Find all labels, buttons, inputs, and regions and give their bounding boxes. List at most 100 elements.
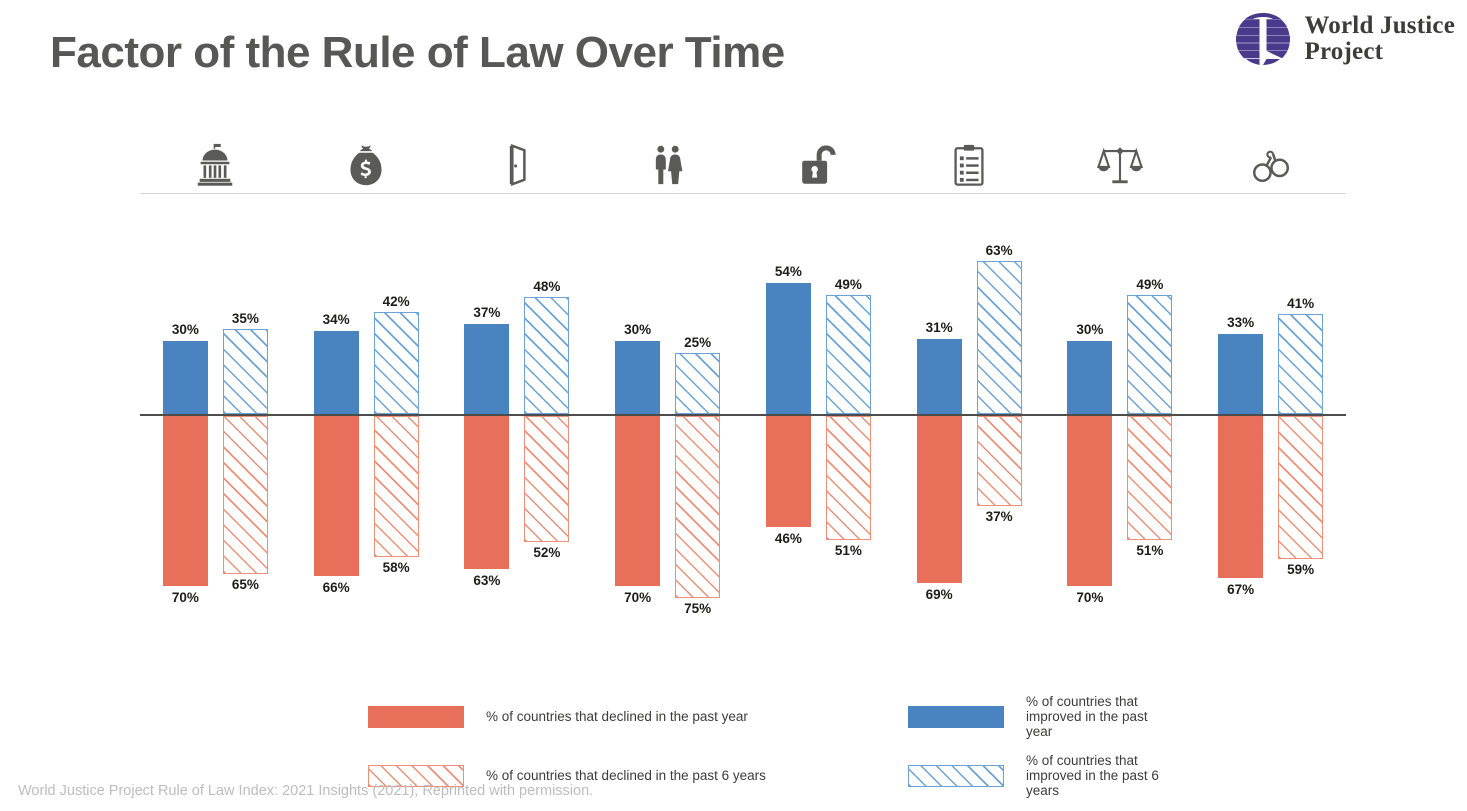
globe-icon xyxy=(1236,13,1291,65)
bar-declined_year: 66% xyxy=(313,415,359,595)
bar-value-label: 30% xyxy=(1076,322,1104,338)
capitol-building-icon xyxy=(140,136,291,188)
bar-value-label: 46% xyxy=(774,531,802,547)
bar-value-label: 51% xyxy=(1136,542,1164,558)
bar-group: 30% 70% 35% 65% xyxy=(162,236,268,636)
category-1 xyxy=(140,136,291,236)
bar-group: 37% 63% 48% 52% xyxy=(464,236,570,636)
bar-value-label: 70% xyxy=(624,589,652,605)
page-title: Factor of the Rule of Law Over Time xyxy=(50,28,785,77)
legend-label-improved_6years: % of countries that improved in the past… xyxy=(1026,753,1159,798)
bar-value-label: 41% xyxy=(1287,296,1315,312)
category-4 xyxy=(592,136,743,236)
bar-improved_year: 30% xyxy=(615,322,661,414)
bar-value-label: 48% xyxy=(533,279,561,295)
handcuffs-icon xyxy=(1195,136,1346,188)
bar-value-label: 54% xyxy=(774,263,802,279)
bar-value-label: 35% xyxy=(231,310,259,326)
bar-improved_6years: 41% xyxy=(1278,296,1324,414)
bar-value-label: 37% xyxy=(985,508,1013,524)
bar-value-label: 70% xyxy=(1076,589,1104,605)
bar-value-label: 30% xyxy=(624,322,652,338)
category-8 xyxy=(1195,136,1346,236)
bar-declined_6years: 51% xyxy=(825,415,871,558)
bar-improved_6years: 25% xyxy=(675,335,721,414)
category-7 xyxy=(1045,136,1196,236)
bar-value-label: 52% xyxy=(533,544,561,560)
bar-declined_year: 63% xyxy=(464,415,510,588)
legend-label-improved_year: % of countries that improved in the past… xyxy=(1026,694,1148,739)
bar-value-label: 33% xyxy=(1227,314,1255,330)
bar-declined_6years: 65% xyxy=(222,415,268,592)
bar-declined_6years: 52% xyxy=(524,415,570,560)
bar-value-label: 75% xyxy=(684,600,712,616)
bar-value-label: 67% xyxy=(1227,582,1255,598)
bar-improved_year: 30% xyxy=(1067,322,1113,414)
money-bag-icon xyxy=(291,136,442,188)
two-people-icon xyxy=(592,136,743,188)
bar-value-label: 63% xyxy=(985,242,1013,258)
bar-group: 30% 70% 25% 75% xyxy=(615,236,721,636)
bar-declined_6years: 59% xyxy=(1278,415,1324,577)
logo-line-1: World Justice xyxy=(1304,11,1455,39)
bar-value-label: 49% xyxy=(834,276,862,292)
bar-declined_year: 69% xyxy=(916,415,962,602)
logo-line-2: Project xyxy=(1304,38,1384,65)
bar-group: 54% 46% 49% 51% xyxy=(765,236,871,636)
bar-value-label: 69% xyxy=(925,587,953,603)
open-padlock-icon xyxy=(743,136,894,188)
clipboard-icon xyxy=(894,136,1045,188)
bar-improved_6years: 35% xyxy=(222,311,268,414)
bar-group: 30% 70% 49% 51% xyxy=(1067,236,1173,636)
bar-declined_year: 70% xyxy=(162,415,208,605)
bar-improved_year: 30% xyxy=(162,322,208,414)
bar-value-label: 65% xyxy=(231,576,259,592)
bar-improved_year: 31% xyxy=(916,320,962,414)
bar-declined_6years: 75% xyxy=(675,415,721,616)
bar-declined_year: 70% xyxy=(1067,415,1113,605)
bar-value-label: 51% xyxy=(834,542,862,558)
bar-declined_year: 67% xyxy=(1218,415,1264,597)
bar-group: 33% 67% 41% 59% xyxy=(1218,236,1324,636)
bar-declined_year: 70% xyxy=(615,415,661,605)
bar-improved_year: 37% xyxy=(464,305,510,414)
legend-label-declined_year: % of countries that declined in the past… xyxy=(486,709,748,724)
bar-value-label: 70% xyxy=(171,589,199,605)
bar-value-label: 49% xyxy=(1136,276,1164,292)
bar-declined_year: 46% xyxy=(765,415,811,546)
legend-label-declined_6years: % of countries that declined in the past… xyxy=(486,768,766,783)
bar-group: 34% 66% 42% 58% xyxy=(313,236,419,636)
scales-of-justice-icon xyxy=(1045,136,1196,188)
category-3 xyxy=(442,136,593,236)
bar-value-label: 63% xyxy=(473,572,501,588)
legend-swatch-declined_year xyxy=(368,705,464,728)
open-door-icon xyxy=(442,136,593,188)
category-5 xyxy=(743,136,894,236)
chart-page: Factor of the Rule of Law Over Time Worl… xyxy=(0,0,1467,811)
bar-improved_year: 33% xyxy=(1218,315,1264,414)
bar-improved_6years: 49% xyxy=(1127,277,1173,414)
category-2 xyxy=(291,136,442,236)
bar-group: 31% 69% 63% 37% xyxy=(916,236,1022,636)
bar-value-label: 66% xyxy=(322,579,350,595)
bar-improved_year: 34% xyxy=(313,312,359,414)
bar-improved_6years: 49% xyxy=(825,277,871,414)
bar-improved_year: 54% xyxy=(765,264,811,414)
bar-improved_6years: 48% xyxy=(524,279,570,414)
bar-declined_6years: 37% xyxy=(976,415,1022,524)
legend-swatch-improved_6years xyxy=(908,764,1004,787)
bar-value-label: 42% xyxy=(382,293,410,309)
bar-improved_6years: 42% xyxy=(373,294,419,414)
bar-value-label: 59% xyxy=(1287,561,1315,577)
bar-declined_6years: 51% xyxy=(1127,415,1173,558)
category-divider-rule xyxy=(140,193,1346,194)
bar-chart-plot: 30% 70% 35% 65% 34% 66% 42% 58% 37% 63% 48% 52% 30% 7… xyxy=(140,236,1346,636)
source-caption: World Justice Project Rule of Law Index:… xyxy=(18,783,594,799)
bar-improved_6years: 63% xyxy=(976,243,1022,414)
bar-value-label: 37% xyxy=(473,305,501,321)
bar-value-label: 31% xyxy=(925,319,953,335)
bar-value-label: 25% xyxy=(684,335,712,351)
bar-value-label: 34% xyxy=(322,312,350,328)
logo-wordmark: World Justice Project xyxy=(1304,11,1455,66)
bar-declined_6years: 58% xyxy=(373,415,419,575)
